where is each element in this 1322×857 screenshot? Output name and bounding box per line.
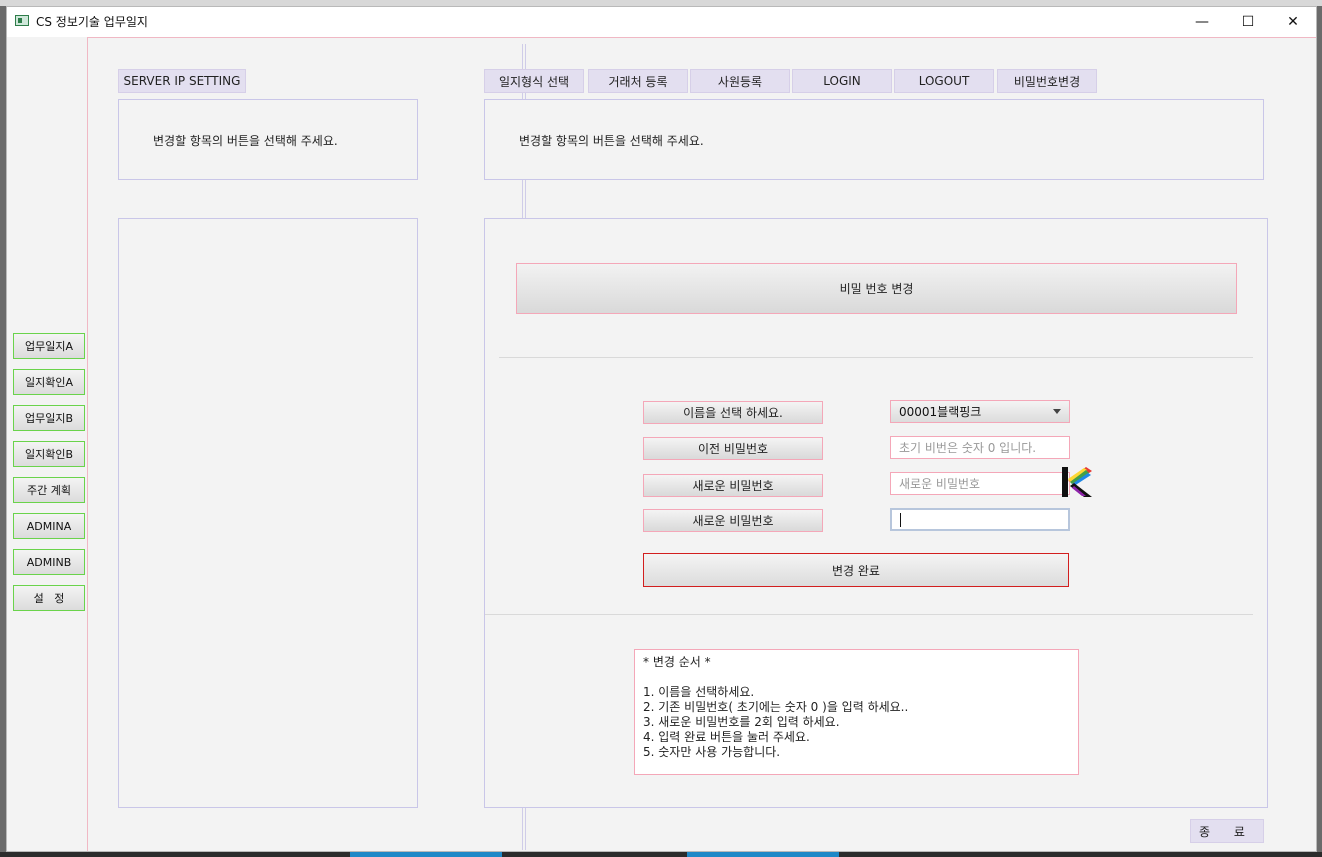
taskbar-item	[687, 852, 839, 857]
confirm-password-input[interactable]	[890, 508, 1070, 531]
left-message-text: 변경할 항목의 버튼을 선택해 주세요.	[153, 134, 338, 148]
left-message-panel: 변경할 항목의 버튼을 선택해 주세요.	[118, 99, 418, 180]
tab-client-register[interactable]: 거래처 등록	[588, 69, 688, 93]
nav-button-weekly-plan[interactable]: 주간 계획	[13, 477, 85, 503]
name-label: 이름을 선택 하세요.	[643, 401, 823, 424]
client-area: 업무일지A 일지확인A 업무일지B 일지확인B 주간 계획 ADMINA ADM…	[7, 37, 1316, 851]
taskbar-item	[350, 852, 502, 857]
nav-button-work-log-a[interactable]: 업무일지A	[13, 333, 85, 359]
maximize-button[interactable]: ☐	[1225, 7, 1271, 37]
exit-button[interactable]: 종 료	[1190, 819, 1264, 843]
old-password-input[interactable]: 초기 비번은 숫자 0 입니다.	[890, 436, 1070, 459]
old-password-label: 이전 비밀번호	[643, 437, 823, 460]
instruction-step: 1. 이름을 선택하세요.	[643, 685, 755, 699]
new-password-label: 새로운 비밀번호	[643, 474, 823, 497]
instructions-title: * 변경 순서 *	[643, 655, 711, 669]
nav-button-log-check-a[interactable]: 일지확인A	[13, 369, 85, 395]
divider	[485, 614, 1253, 615]
tab-password-change[interactable]: 비밀번호변경	[997, 69, 1097, 93]
chevron-down-icon	[1053, 409, 1061, 414]
change-complete-button[interactable]: 변경 완료	[643, 553, 1069, 587]
name-select[interactable]: 00001블랙핑크	[890, 400, 1070, 423]
app-window: CS 정보기술 업무일지 — ☐ ✕ 업무일지A 일지확인A 업무일지B 일지확…	[6, 6, 1317, 852]
left-content-panel	[118, 218, 418, 808]
right-message-panel: 변경할 항목의 버튼을 선택해 주세요.	[484, 99, 1264, 180]
name-select-value: 00001블랙핑크	[899, 405, 982, 419]
tab-login[interactable]: LOGIN	[792, 69, 892, 93]
nav-button-work-log-b[interactable]: 업무일지B	[13, 405, 85, 431]
title-bar[interactable]: CS 정보기술 업무일지 — ☐ ✕	[7, 7, 1316, 37]
tab-log-format[interactable]: 일지형식 선택	[484, 69, 584, 93]
nav-button-settings[interactable]: 설 정	[13, 585, 85, 611]
divider	[499, 357, 1253, 358]
rainbow-k-icon	[1062, 467, 1092, 497]
instruction-step: 4. 입력 완료 버튼을 눌러 주세요.	[643, 730, 810, 744]
tab-employee-register[interactable]: 사원등록	[690, 69, 790, 93]
instruction-step: 3. 새로운 비밀번호를 2회 입력 하세요.	[643, 715, 840, 729]
instructions-box: * 변경 순서 * 1. 이름을 선택하세요. 2. 기존 비밀번호( 초기에는…	[634, 649, 1079, 775]
nav-button-admin-a[interactable]: ADMINA	[13, 513, 85, 539]
tab-server-ip-setting[interactable]: SERVER IP SETTING	[118, 69, 246, 93]
text-cursor	[900, 512, 901, 527]
close-button[interactable]: ✕	[1270, 7, 1316, 37]
confirm-password-label: 새로운 비밀번호	[643, 509, 823, 532]
tab-logout[interactable]: LOGOUT	[894, 69, 994, 93]
right-message-text: 변경할 항목의 버튼을 선택해 주세요.	[519, 134, 704, 148]
password-change-header: 비밀 번호 변경	[516, 263, 1237, 314]
minimize-button[interactable]: —	[1179, 7, 1225, 37]
nav-button-log-check-b[interactable]: 일지확인B	[13, 441, 85, 467]
taskbar-edge	[0, 852, 1322, 857]
new-password-input[interactable]: 새로운 비밀번호	[890, 472, 1070, 495]
window-title: CS 정보기술 업무일지	[36, 15, 148, 29]
instruction-step: 5. 숫자만 사용 가능합니다.	[643, 745, 781, 759]
instruction-step: 2. 기존 비밀번호( 초기에는 숫자 0 )을 입력 하세요..	[643, 700, 909, 714]
app-icon	[15, 15, 29, 26]
nav-button-admin-b[interactable]: ADMINB	[13, 549, 85, 575]
